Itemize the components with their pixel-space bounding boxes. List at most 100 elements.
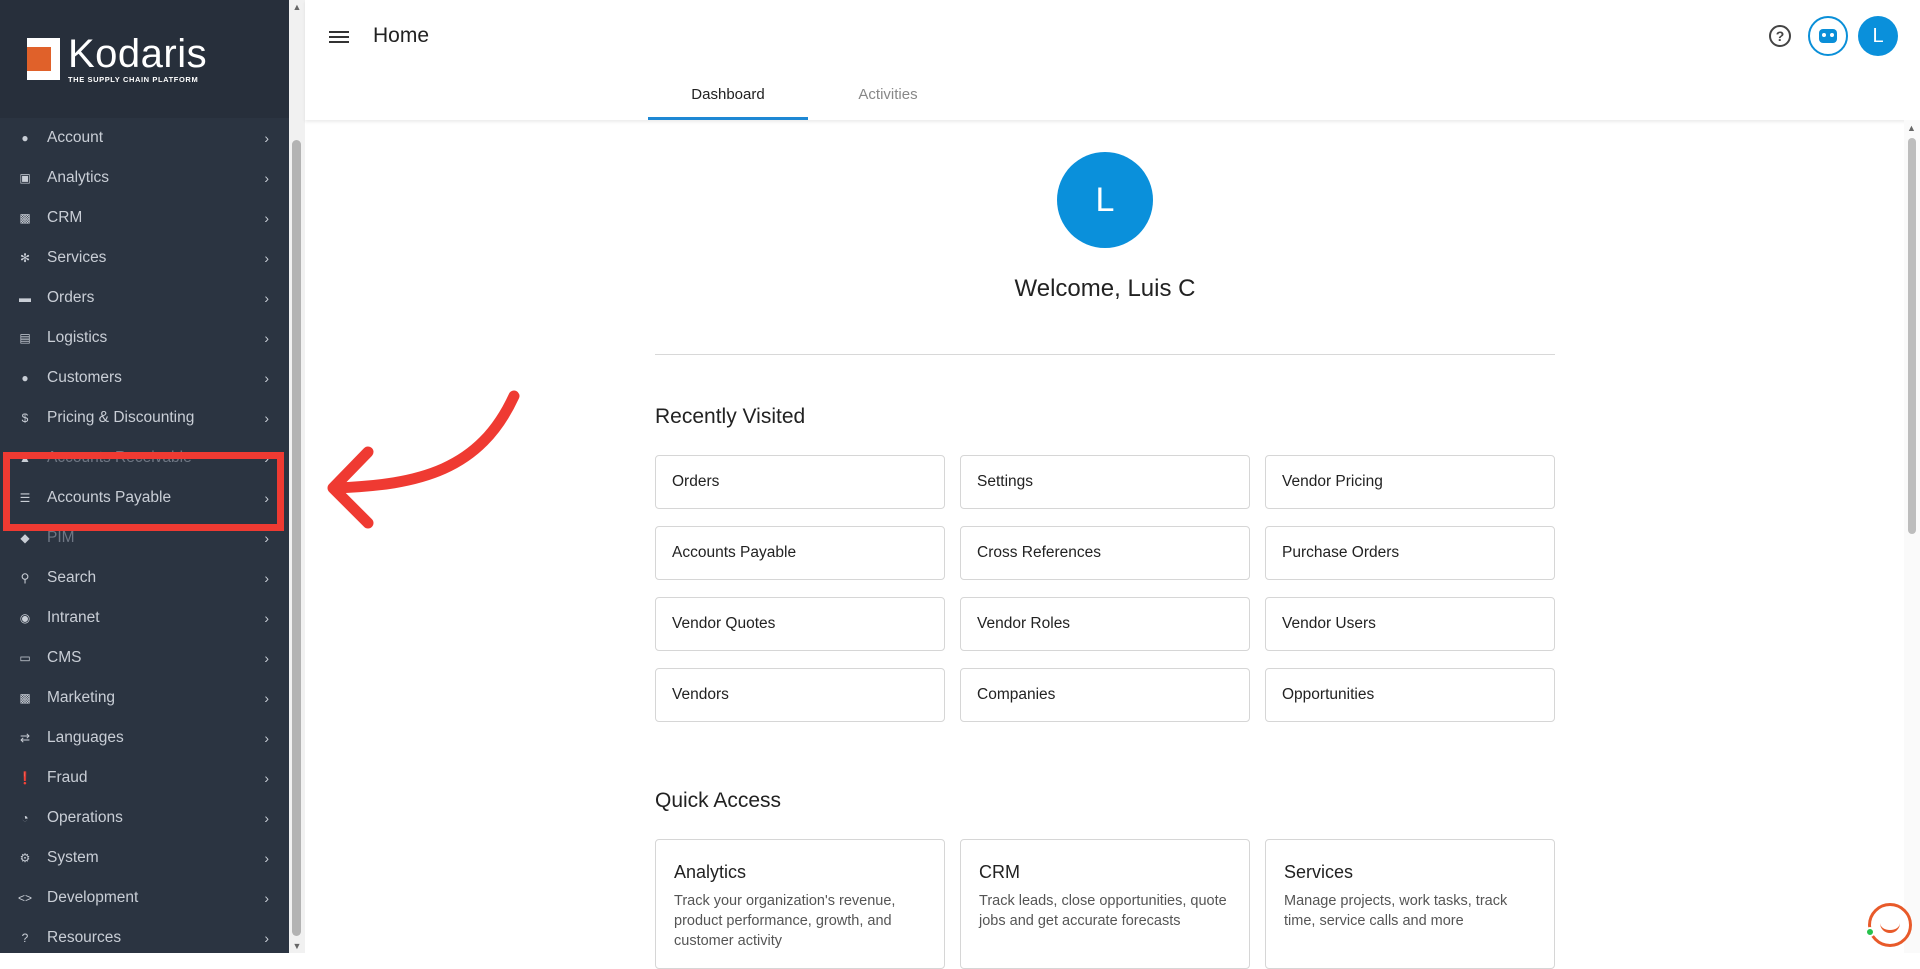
recent-link-card[interactable]: Companies — [960, 668, 1250, 722]
user-avatar[interactable]: L — [1858, 16, 1898, 56]
search-icon: ⚲ — [20, 571, 30, 585]
main-scroll-up-arrow-icon[interactable]: ▲ — [1907, 123, 1917, 133]
chevron-right-icon: › — [264, 330, 269, 346]
chevron-right-icon: › — [264, 690, 269, 706]
sidebar-item-development[interactable]: <> Development › — [0, 878, 289, 918]
page-title: Home — [373, 24, 430, 47]
sidebar-item-services[interactable]: ✻ Services › — [0, 238, 289, 278]
sidebar-item-cms[interactable]: ▭ CMS › — [0, 638, 289, 678]
recent-link-card[interactable]: Vendor Pricing — [1265, 455, 1555, 509]
recent-link-card[interactable]: Orders — [655, 455, 945, 509]
chevron-right-icon: › — [264, 290, 269, 306]
sidebar-item-operations[interactable]: ◔ Operations › — [0, 798, 289, 838]
chevron-right-icon: › — [264, 890, 269, 906]
robot-icon — [1819, 29, 1837, 43]
alert-icon: ❗ — [17, 771, 33, 785]
highlight-box — [3, 452, 284, 531]
chevron-right-icon: › — [264, 130, 269, 146]
quick-access-card-title: Services — [1284, 862, 1354, 882]
chevron-right-icon: › — [264, 730, 269, 746]
help-icon[interactable]: ? — [1769, 25, 1791, 47]
sidebar-item-account[interactable]: ● Account › — [0, 118, 289, 158]
chat-smile-icon — [1880, 921, 1900, 933]
gear-icon: ⚙ — [19, 851, 31, 865]
sidebar-item-languages[interactable]: ⇄ Languages › — [0, 718, 289, 758]
scroll-up-arrow-icon[interactable]: ▲ — [292, 2, 302, 12]
scroll-down-arrow-icon[interactable]: ▼ — [292, 941, 302, 951]
tag-icon: ◆ — [20, 531, 30, 545]
divider — [655, 354, 1555, 355]
marketing-icon: ▩ — [19, 691, 31, 705]
top-header: Home ? L — [305, 0, 1920, 120]
recent-link-card[interactable]: Vendor Quotes — [655, 597, 945, 651]
sidebar-nav: ● Account › ▣ Analytics › ▩ CRM › ✻ Services › ▬… — [0, 118, 289, 953]
chevron-right-icon: › — [264, 370, 269, 386]
recent-link-card[interactable]: Purchase Orders — [1265, 526, 1555, 580]
tab-activities[interactable]: Activities — [808, 76, 968, 120]
chevron-right-icon: › — [264, 810, 269, 826]
recently-visited-title: Recently Visited — [655, 405, 806, 428]
gears-icon: ✻ — [19, 251, 31, 265]
kodaris-logo-icon — [18, 38, 60, 80]
truck-icon: ▬ — [19, 291, 31, 305]
quick-access-card-crm[interactable]: CRM Track leads, close opportunities, qu… — [960, 839, 1250, 969]
chat-widget-button[interactable] — [1868, 903, 1912, 947]
recent-link-card[interactable]: Cross References — [960, 526, 1250, 580]
quick-access-card-services[interactable]: Services Manage projects, work tasks, tr… — [1265, 839, 1555, 969]
recently-visited-grid: Orders Settings Vendor Pricing Accounts … — [655, 455, 1555, 722]
sidebar-item-logistics[interactable]: ▤ Logistics › — [0, 318, 289, 358]
recent-link-card[interactable]: Vendor Roles — [960, 597, 1250, 651]
network-icon: ◉ — [19, 611, 31, 625]
person-icon: ● — [21, 131, 29, 145]
sidebar-item-intranet[interactable]: ◉ Intranet › — [0, 598, 289, 638]
welcome-heading: Welcome, Luis C — [1014, 275, 1196, 302]
operations-icon: ◔ — [21, 811, 29, 825]
chevron-right-icon: › — [264, 210, 269, 226]
sidebar-item-fraud[interactable]: ❗ Fraud › — [0, 758, 289, 798]
sidebar-item-resources[interactable]: ? Resources › — [0, 918, 289, 953]
sidebar-item-marketing[interactable]: ▩ Marketing › — [0, 678, 289, 718]
chevron-right-icon: › — [264, 410, 269, 426]
delivery-truck-icon: ▤ — [19, 331, 31, 345]
people-icon: ● — [21, 371, 29, 385]
quick-access-card-desc: Manage projects, work tasks, track time,… — [1284, 893, 1508, 929]
help-circle-icon: ? — [21, 931, 29, 945]
quick-access-card-title: Analytics — [674, 862, 747, 882]
chart-icon: ▣ — [19, 171, 31, 185]
cms-icon: ▭ — [19, 651, 31, 665]
welcome-avatar: L — [1057, 152, 1153, 248]
sidebar-item-pricing[interactable]: $ Pricing & Discounting › — [0, 398, 289, 438]
translate-icon: ⇄ — [19, 731, 31, 745]
sidebar-item-orders[interactable]: ▬ Orders › — [0, 278, 289, 318]
recent-link-card[interactable]: Accounts Payable — [655, 526, 945, 580]
recent-link-card[interactable]: Settings — [960, 455, 1250, 509]
tab-dashboard[interactable]: Dashboard — [648, 76, 808, 120]
sidebar-item-analytics[interactable]: ▣ Analytics › — [0, 158, 289, 198]
sidebar-item-crm[interactable]: ▩ CRM › — [0, 198, 289, 238]
quick-access-card-analytics[interactable]: Analytics Track your organization's reve… — [655, 839, 945, 969]
chevron-right-icon: › — [264, 770, 269, 786]
quick-access-title: Quick Access — [655, 789, 782, 812]
sidebar-item-system[interactable]: ⚙ System › — [0, 838, 289, 878]
sidebar-scrollbar-thumb[interactable] — [292, 140, 301, 936]
code-icon: <> — [18, 891, 33, 905]
recent-link-card[interactable]: Opportunities — [1265, 668, 1555, 722]
chevron-right-icon: › — [264, 250, 269, 266]
assistant-bot-button[interactable] — [1808, 16, 1848, 56]
dollar-icon: $ — [21, 411, 29, 425]
recent-link-card[interactable]: Vendor Users — [1265, 597, 1555, 651]
recent-link-card[interactable]: Vendors — [655, 668, 945, 722]
chevron-right-icon: › — [264, 530, 269, 546]
chevron-right-icon: › — [264, 610, 269, 626]
kodaris-logo[interactable]: Kodaris THE SUPPLY CHAIN PLATFORM — [0, 0, 289, 118]
sidebar-item-customers[interactable]: ● Customers › — [0, 358, 289, 398]
online-status-dot — [1865, 927, 1875, 937]
brand-name: Kodaris — [68, 32, 208, 76]
hamburger-menu-icon[interactable] — [329, 28, 349, 46]
brand-tagline: THE SUPPLY CHAIN PLATFORM — [68, 75, 199, 84]
main-scrollbar-thumb[interactable] — [1908, 138, 1916, 534]
quick-access-card-title: CRM — [979, 862, 1020, 882]
tab-bar: Dashboard Activities — [648, 76, 968, 120]
sidebar-item-search[interactable]: ⚲ Search › — [0, 558, 289, 598]
contact-card-icon: ▩ — [19, 211, 31, 225]
